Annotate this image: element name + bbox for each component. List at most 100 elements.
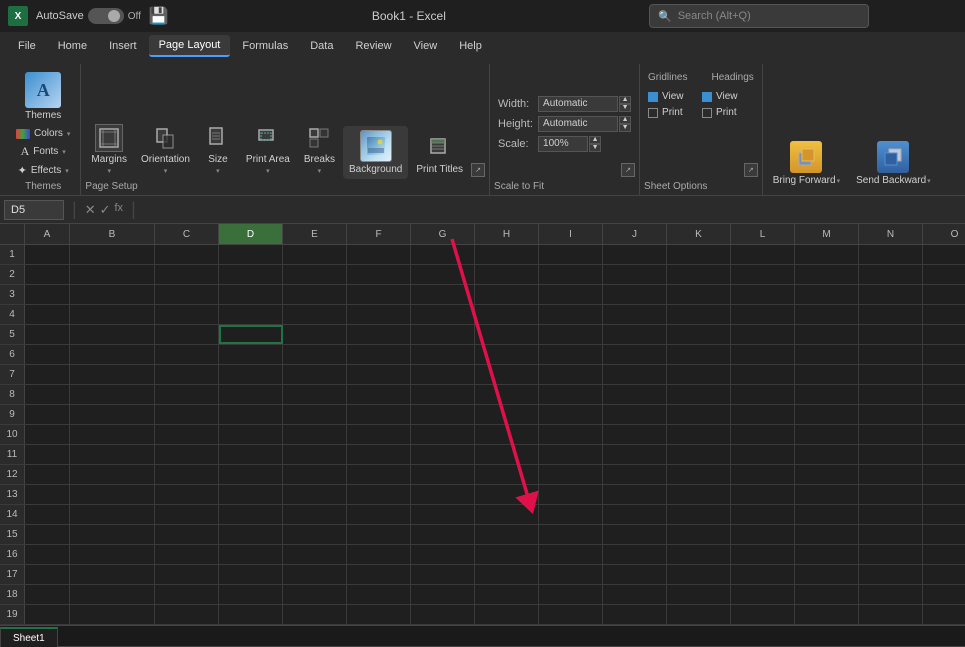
cell-h4[interactable] <box>475 305 539 324</box>
cell-g3[interactable] <box>411 285 475 304</box>
cell-f1[interactable] <box>347 245 411 264</box>
cell-h17[interactable] <box>475 565 539 584</box>
cell-j9[interactable] <box>603 405 667 424</box>
cell-h12[interactable] <box>475 465 539 484</box>
sheet-tab-1[interactable]: Sheet1 <box>0 627 58 647</box>
cell-o15[interactable] <box>923 525 965 544</box>
cell-l8[interactable] <box>731 385 795 404</box>
cell-d4[interactable] <box>219 305 283 324</box>
cell-o6[interactable] <box>923 345 965 364</box>
cell-b17[interactable] <box>70 565 155 584</box>
menu-page-layout[interactable]: Page Layout <box>149 35 231 57</box>
cell-k16[interactable] <box>667 545 731 564</box>
cell-k14[interactable] <box>667 505 731 524</box>
cell-a6[interactable] <box>25 345 70 364</box>
cell-m12[interactable] <box>795 465 859 484</box>
cell-b4[interactable] <box>70 305 155 324</box>
cell-m2[interactable] <box>795 265 859 284</box>
cell-i5[interactable] <box>539 325 603 344</box>
cell-n4[interactable] <box>859 305 923 324</box>
cell-e2[interactable] <box>283 265 347 284</box>
cell-e5[interactable] <box>283 325 347 344</box>
cell-e7[interactable] <box>283 365 347 384</box>
cell-b10[interactable] <box>70 425 155 444</box>
cell-m16[interactable] <box>795 545 859 564</box>
cell-g4[interactable] <box>411 305 475 324</box>
cell-k3[interactable] <box>667 285 731 304</box>
cell-o19[interactable] <box>923 605 965 624</box>
cell-g6[interactable] <box>411 345 475 364</box>
cell-l15[interactable] <box>731 525 795 544</box>
cell-m13[interactable] <box>795 485 859 504</box>
cell-m14[interactable] <box>795 505 859 524</box>
cell-c10[interactable] <box>155 425 219 444</box>
cell-j2[interactable] <box>603 265 667 284</box>
cell-d9[interactable] <box>219 405 283 424</box>
cell-d2[interactable] <box>219 265 283 284</box>
cell-d10[interactable] <box>219 425 283 444</box>
cell-g1[interactable] <box>411 245 475 264</box>
cell-g18[interactable] <box>411 585 475 604</box>
cell-n13[interactable] <box>859 485 923 504</box>
cell-m4[interactable] <box>795 305 859 324</box>
print-area-button[interactable]: Print Area ▾ <box>240 120 296 179</box>
cell-b6[interactable] <box>70 345 155 364</box>
cell-d5[interactable] <box>219 325 283 344</box>
cell-b13[interactable] <box>70 485 155 504</box>
menu-view[interactable]: View <box>404 36 448 56</box>
cell-l5[interactable] <box>731 325 795 344</box>
cell-l19[interactable] <box>731 605 795 624</box>
cell-m15[interactable] <box>795 525 859 544</box>
cell-n16[interactable] <box>859 545 923 564</box>
scale-dialog-launcher[interactable]: ↗ <box>621 163 635 177</box>
menu-formulas[interactable]: Formulas <box>232 36 298 56</box>
cell-f11[interactable] <box>347 445 411 464</box>
cell-m9[interactable] <box>795 405 859 424</box>
cell-o17[interactable] <box>923 565 965 584</box>
cell-k10[interactable] <box>667 425 731 444</box>
cell-d17[interactable] <box>219 565 283 584</box>
cell-c6[interactable] <box>155 345 219 364</box>
cell-l4[interactable] <box>731 305 795 324</box>
cell-d19[interactable] <box>219 605 283 624</box>
cell-l6[interactable] <box>731 345 795 364</box>
cell-n2[interactable] <box>859 265 923 284</box>
menu-home[interactable]: Home <box>48 36 97 56</box>
col-header-a[interactable]: A <box>25 224 70 244</box>
cell-j12[interactable] <box>603 465 667 484</box>
height-input[interactable]: Automatic <box>538 116 618 132</box>
col-header-b[interactable]: B <box>70 224 155 244</box>
cell-h15[interactable] <box>475 525 539 544</box>
cell-f3[interactable] <box>347 285 411 304</box>
cell-k5[interactable] <box>667 325 731 344</box>
cell-e3[interactable] <box>283 285 347 304</box>
cell-g16[interactable] <box>411 545 475 564</box>
autosave-toggle[interactable] <box>88 8 124 24</box>
cell-j13[interactable] <box>603 485 667 504</box>
cell-h14[interactable] <box>475 505 539 524</box>
cell-a12[interactable] <box>25 465 70 484</box>
cell-a17[interactable] <box>25 565 70 584</box>
cell-f16[interactable] <box>347 545 411 564</box>
cell-a10[interactable] <box>25 425 70 444</box>
cell-n14[interactable] <box>859 505 923 524</box>
cell-j10[interactable] <box>603 425 667 444</box>
cell-d8[interactable] <box>219 385 283 404</box>
cell-c3[interactable] <box>155 285 219 304</box>
cell-k4[interactable] <box>667 305 731 324</box>
gridlines-print-checkbox[interactable] <box>648 108 658 118</box>
col-header-f[interactable]: F <box>347 224 411 244</box>
cell-e17[interactable] <box>283 565 347 584</box>
print-titles-button[interactable]: Print Titles <box>410 130 469 179</box>
cell-m17[interactable] <box>795 565 859 584</box>
cell-m1[interactable] <box>795 245 859 264</box>
bring-forward-button[interactable]: Bring Forward ▾ <box>767 137 846 190</box>
cell-o14[interactable] <box>923 505 965 524</box>
cell-g11[interactable] <box>411 445 475 464</box>
cell-d14[interactable] <box>219 505 283 524</box>
cell-i18[interactable] <box>539 585 603 604</box>
cell-o16[interactable] <box>923 545 965 564</box>
gridlines-view-checkbox[interactable] <box>648 92 658 102</box>
cell-l14[interactable] <box>731 505 795 524</box>
cell-h16[interactable] <box>475 545 539 564</box>
